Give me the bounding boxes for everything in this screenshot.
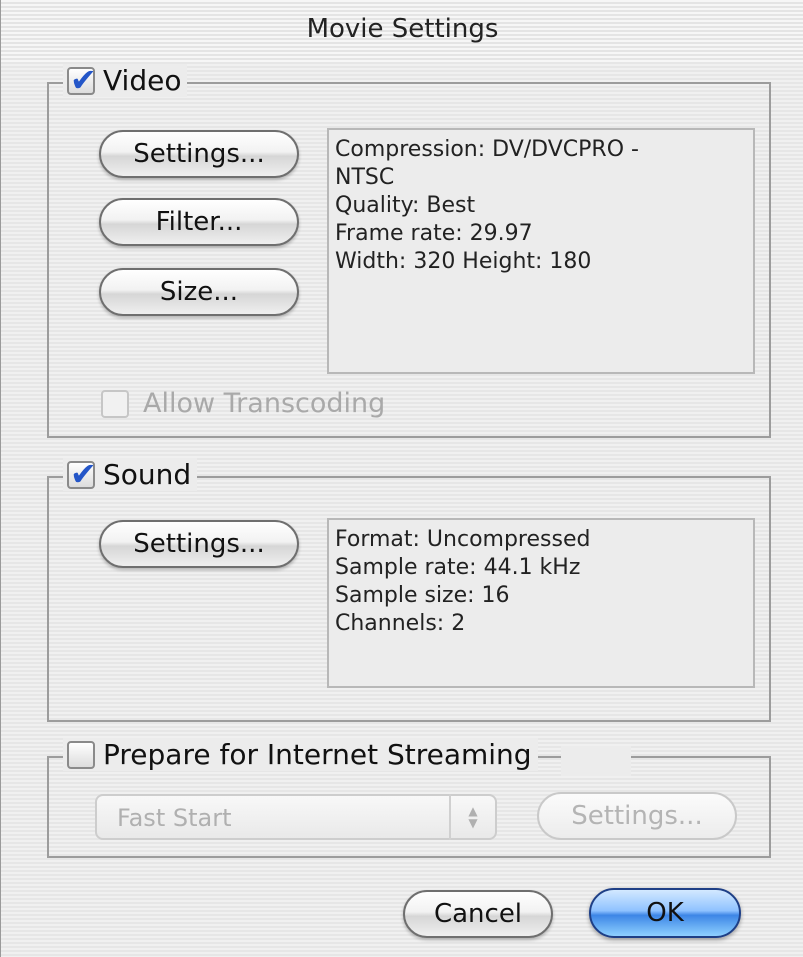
streaming-legend[interactable]: Prepare for Internet Streaming [63, 738, 538, 771]
streaming-mode-select[interactable]: Fast Start ▲ ▼ [95, 794, 497, 840]
video-filter-button[interactable]: Filter... [99, 198, 299, 246]
video-info-line: Width: 320 Height: 180 [335, 249, 592, 274]
video-info-line: Compression: DV/DVCPRO - [335, 137, 639, 162]
video-info-box: Compression: DV/DVCPRO - NTSC Quality: B… [327, 128, 755, 374]
video-info-line: NTSC [335, 165, 395, 190]
dialog-title: Movie Settings [306, 14, 499, 44]
video-label: Video [103, 64, 182, 97]
video-size-button[interactable]: Size... [99, 268, 299, 316]
sound-settings-button[interactable]: Settings... [99, 520, 299, 568]
video-legend[interactable]: Video [63, 61, 188, 99]
sound-info-line: Channels: 2 [335, 611, 466, 636]
streaming-label: Prepare for Internet Streaming [103, 738, 532, 771]
allow-transcoding-row[interactable]: Allow Transcoding [101, 388, 385, 419]
sound-legend[interactable]: Sound [63, 455, 198, 493]
sound-label: Sound [103, 458, 192, 491]
movie-settings-dialog: Movie Settings Video Settings... Filter.… [0, 0, 803, 957]
video-info-line: Frame rate: 29.97 [335, 221, 533, 246]
allow-transcoding-label: Allow Transcoding [143, 388, 386, 419]
video-settings-button[interactable]: Settings... [99, 130, 299, 178]
allow-transcoding-checkbox[interactable] [101, 389, 129, 418]
streaming-checkbox[interactable] [67, 740, 95, 769]
ok-button[interactable]: OK [589, 888, 741, 938]
sound-checkbox[interactable] [67, 455, 97, 493]
sound-info-box: Format: Uncompressed Sample rate: 44.1 k… [327, 518, 755, 688]
up-down-arrows-icon: ▲ ▼ [449, 794, 495, 840]
video-checkbox[interactable] [67, 61, 97, 99]
sound-info-line: Sample rate: 44.1 kHz [335, 555, 581, 580]
streaming-settings-button[interactable]: Settings... [537, 792, 737, 840]
streaming-mode-value: Fast Start [117, 804, 232, 832]
video-info-line: Quality: Best [335, 193, 476, 218]
sound-info-line: Format: Uncompressed [335, 527, 591, 552]
sound-info-line: Sample size: 16 [335, 583, 510, 608]
cancel-button[interactable]: Cancel [403, 890, 553, 938]
legend-gap [561, 746, 631, 776]
title-bar[interactable]: Movie Settings [1, 0, 803, 62]
